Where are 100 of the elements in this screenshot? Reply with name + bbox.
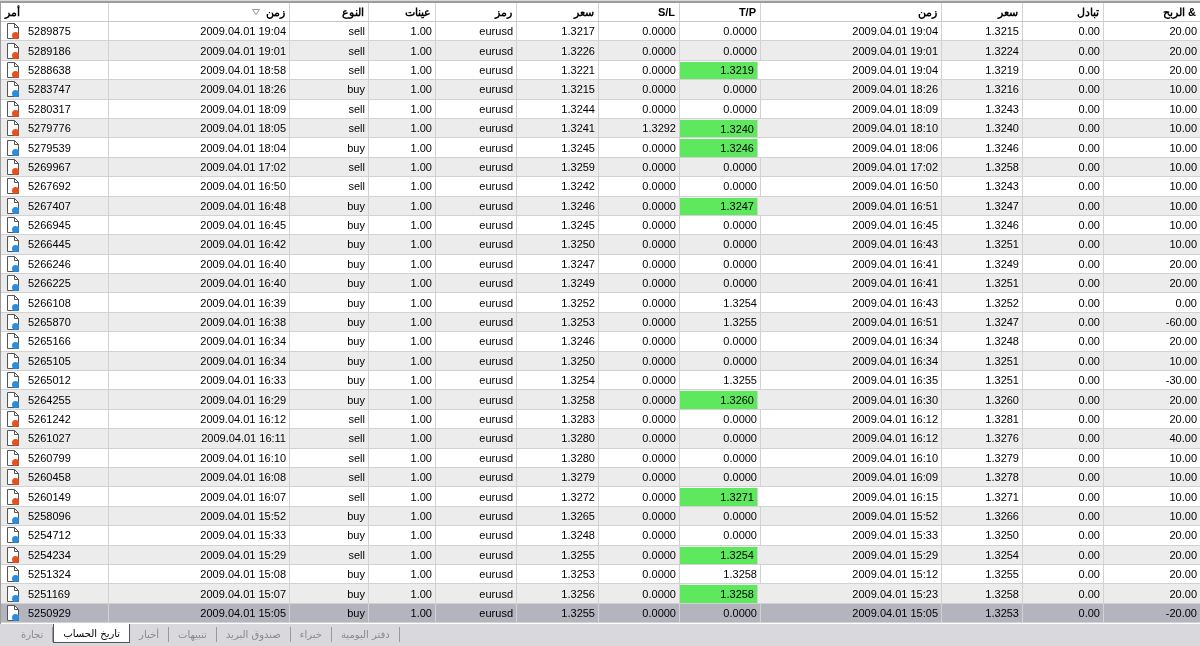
table-cell: 10.00 (1104, 80, 1200, 99)
table-cell: -30.00 (1104, 371, 1200, 390)
table-cell: 1.3265 (517, 506, 599, 526)
table-cell: 5266246 (28, 257, 71, 270)
table-cell: 20.00 (1104, 526, 1200, 545)
table-cell: 1.3247 (942, 312, 1023, 332)
table-cell: buy (290, 351, 369, 371)
table-cell: eurusd (436, 80, 517, 99)
tab[interactable]: تاريخ الحساب (53, 624, 131, 643)
table-cell: 5266108 (28, 296, 71, 309)
table-cell: 1.3224 (942, 41, 1023, 60)
table-cell: 1.3266 (942, 506, 1023, 526)
table-cell: 2009.04.01 18:09 (761, 99, 942, 118)
table-cell: 5261242 (28, 413, 71, 425)
table-cell: sell (290, 468, 369, 487)
table-cell: 1.3246 (517, 196, 599, 215)
table-cell: 1.3216 (942, 80, 1023, 99)
table-row[interactable]: 5266225 2009.04.01 16:40 buy 1.00 eurusd 1.3249 0.0000 0.0000 2009.04.01 16:41 1.3251 0.00 20.00 (1, 274, 1200, 294)
table-cell: 20.00 (1104, 564, 1200, 584)
table-cell: 2009.04.01 18:06 (761, 138, 942, 157)
table-cell: 0.0000 (599, 177, 680, 196)
table-cell: 1.00 (369, 526, 436, 545)
column-header[interactable]: أمر (1, 3, 109, 21)
table-cell: buy (290, 274, 369, 293)
column-header[interactable]: S/L (599, 3, 680, 21)
table-row[interactable]: 5269967 2009.04.01 17:02 sell 1.00 eurusd 1.3259 0.0000 0.0000 2009.04.01 17:02 1.3258 0.00 10.00 (1, 157, 1200, 178)
table-cell: 5258096 (28, 509, 71, 522)
table-row[interactable]: 5260458 2009.04.01 16:08 sell 1.00 eurusd 1.3279 0.0000 0.0000 2009.04.01 16:09 1.3278 0.00 10.00 (1, 468, 1200, 488)
table-row[interactable]: 5265105 2009.04.01 16:34 buy 1.00 eurusd 1.3250 0.0000 0.0000 2009.04.01 16:34 1.3251 0.00 10.00 (1, 351, 1200, 372)
column-header[interactable]: سعر (517, 3, 599, 21)
table-row[interactable]: 5289186 2009.04.01 19:01 sell 1.00 eurusd 1.3226 0.0000 0.0000 2009.04.01 19:01 1.3224 0.00 20.00 (1, 41, 1200, 61)
table-row[interactable]: 5267407 2009.04.01 16:48 buy 1.00 eurusd 1.3246 0.0000 1.3247 2009.04.01 16:51 1.3247 0.00 10.00 (1, 196, 1200, 216)
table-row[interactable]: 5251169 2009.04.01 15:07 buy 1.00 eurusd 1.3256 0.0000 1.3258 2009.04.01 15:23 1.3258 0.00 20.00 (1, 584, 1200, 604)
column-header[interactable]: T/P (680, 3, 761, 21)
table-cell: 20.00 (1104, 332, 1200, 351)
column-header[interactable]: زمن (109, 3, 290, 21)
table-cell: 1.3255 (680, 371, 761, 390)
table-cell: eurusd (436, 215, 517, 235)
table-cell: 2009.04.01 16:50 (109, 177, 290, 196)
column-header[interactable]: زمن (761, 3, 942, 21)
table-cell: 1.3254 (517, 371, 599, 390)
table-cell: 5269967 (28, 160, 71, 173)
table-cell: 2009.04.01 16:41 (761, 254, 942, 274)
table-row[interactable]: 5266445 2009.04.01 16:42 buy 1.00 eurusd 1.3250 0.0000 0.0000 2009.04.01 16:43 1.3251 0.00 10.00 (1, 235, 1200, 255)
table-row[interactable]: 5264255 2009.04.01 16:29 buy 1.00 eurusd 1.3258 0.0000 1.3260 2009.04.01 16:30 1.3260 0.00 20.00 (1, 390, 1200, 410)
column-header[interactable]: تبادل (1023, 3, 1104, 21)
table-cell: 0.0000 (680, 99, 761, 118)
table-cell: eurusd (436, 409, 517, 429)
table-cell: 5267692 (28, 180, 71, 193)
table-cell: 1.3215 (942, 22, 1023, 41)
table-row[interactable]: 5258096 2009.04.01 15:52 buy 1.00 eurusd 1.3265 0.0000 0.0000 2009.04.01 15:52 1.3266 0.00 10.00 (1, 506, 1200, 527)
table-cell: eurusd (436, 118, 517, 138)
table-cell: 1.3281 (942, 409, 1023, 429)
table-row[interactable]: 5261027 2009.04.01 16:11 sell 1.00 eurusd 1.3280 0.0000 0.0000 2009.04.01 16:12 1.3276 0.00 40.00 (1, 429, 1200, 449)
table-cell: eurusd (436, 429, 517, 448)
column-header[interactable]: عينات (369, 3, 436, 21)
table-cell: 1.00 (369, 99, 436, 118)
table-cell: 1.3249 (517, 274, 599, 293)
table-cell: 10.00 (1104, 196, 1200, 215)
table-row[interactable]: 5250929 2009.04.01 15:05 buy 1.00 eurusd 1.3255 0.0000 0.0000 2009.04.01 15:05 1.3253 0.00 -20.00 (1, 603, 1200, 624)
table-cell: 5279539 (28, 141, 71, 154)
table-row[interactable]: 5265870 2009.04.01 16:38 buy 1.00 eurusd 1.3253 0.0000 1.3255 2009.04.01 16:51 1.3247 0.00 -60.00 (1, 312, 1200, 333)
table-cell: 2009.04.01 16:12 (109, 409, 290, 429)
table-row[interactable]: 5254234 2009.04.01 15:29 sell 1.00 eurusd 1.3255 0.0000 1.3254 2009.04.01 15:29 1.3254 0.00 20.00 (1, 545, 1200, 565)
table-cell: 0.00 (1023, 409, 1104, 429)
table-cell: 2009.04.01 15:52 (109, 506, 290, 526)
table-cell: 5260799 (28, 451, 71, 464)
table-cell: 1.3252 (517, 293, 599, 312)
table-cell: 1.00 (369, 235, 436, 254)
table-cell: sell (290, 22, 369, 41)
table-cell: 0.00 (1023, 41, 1104, 60)
table-cell: 10.00 (1104, 99, 1200, 118)
column-header[interactable]: النوع (290, 3, 369, 21)
table-cell: 1.3250 (517, 235, 599, 254)
table-cell: eurusd (436, 390, 517, 409)
table-cell: 1.3240 (942, 118, 1023, 138)
table-cell: 1.3246 (942, 138, 1023, 157)
table-cell: 0.00 (1023, 22, 1104, 41)
table-cell: 2009.04.01 16:40 (109, 274, 290, 293)
table-cell: sell (290, 157, 369, 177)
table-row[interactable]: 5283747 2009.04.01 18:26 buy 1.00 eurusd 1.3215 0.0000 0.0000 2009.04.01 18:26 1.3216 0.00 10.00 (1, 80, 1200, 100)
table-cell: 1.00 (369, 157, 436, 177)
table-cell: 20.00 (1104, 274, 1200, 293)
column-header[interactable]: رمز (436, 3, 517, 21)
table-cell: 5289186 (28, 44, 71, 57)
column-header[interactable]: سعر (942, 3, 1023, 21)
table-cell: 1.3258 (942, 584, 1023, 603)
table-cell: 2009.04.01 16:48 (109, 196, 290, 215)
table-cell: 1.3256 (517, 584, 599, 603)
column-header[interactable]: الربح & (1104, 3, 1200, 21)
table-cell: 0.00 (1023, 99, 1104, 118)
table-cell: 1.3260 (680, 391, 758, 409)
table-cell: 2009.04.01 16:41 (761, 274, 942, 293)
table-row[interactable]: 5279776 2009.04.01 18:05 sell 1.00 eurusd 1.3241 1.3292 1.3240 2009.04.01 18:10 1.3240 0.00 10.00 (1, 118, 1200, 139)
table-cell: 1.00 (369, 371, 436, 390)
table-cell: 10.00 (1104, 506, 1200, 526)
table-cell: 1.00 (369, 254, 436, 274)
table-cell: buy (290, 332, 369, 351)
table-cell: 2009.04.01 18:58 (109, 60, 290, 80)
table-cell: 1.3260 (942, 390, 1023, 409)
